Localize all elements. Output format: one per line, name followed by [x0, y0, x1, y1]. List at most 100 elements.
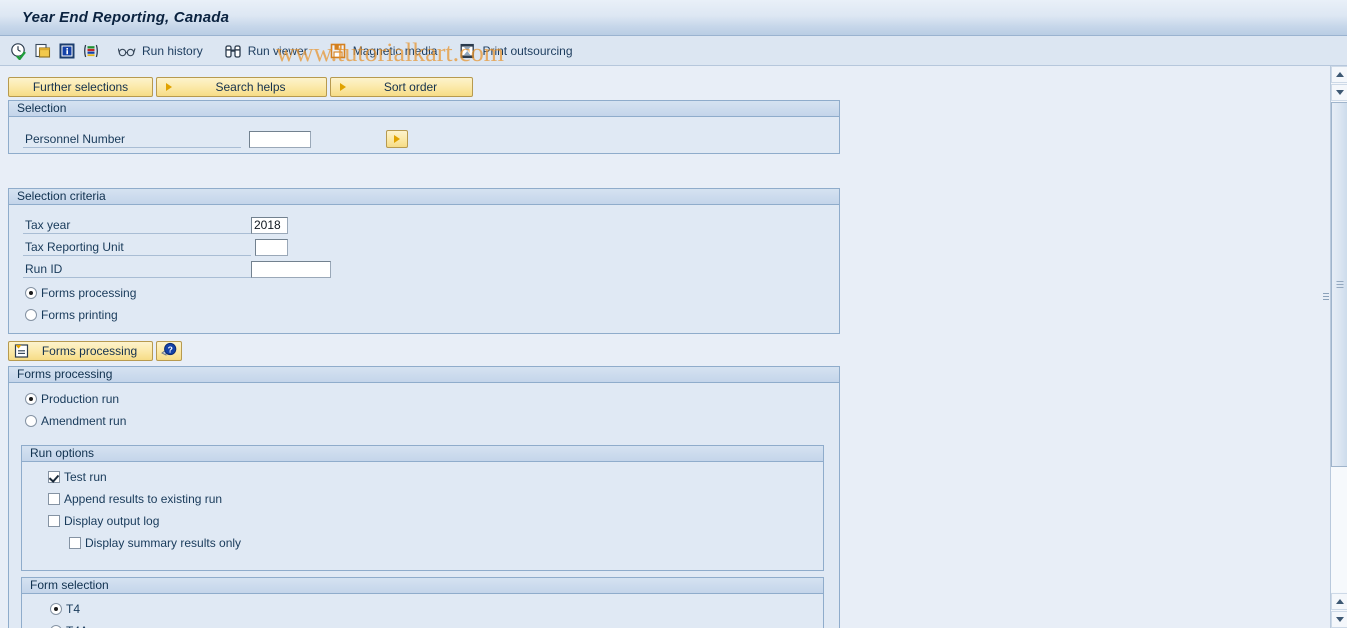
arrow-right-icon-2 — [335, 80, 351, 95]
search-helps-button[interactable]: Search helps — [156, 77, 327, 97]
scroll-track[interactable] — [1331, 102, 1347, 592]
run-history-button[interactable]: Run history — [115, 40, 205, 62]
radio-production-run-label: Production run — [41, 392, 120, 406]
run-viewer-label: Run viewer — [247, 43, 308, 58]
tax-year-label: Tax year — [23, 217, 251, 234]
search-helps-label: Search helps — [215, 80, 286, 94]
magnetic-media-button[interactable]: Magnetic media — [326, 40, 440, 62]
scroll-down-arrow-top[interactable] — [1331, 84, 1347, 101]
run-viewer-button[interactable]: Run viewer — [221, 40, 310, 62]
checkbox-test-run-indicator — [48, 471, 60, 483]
radio-production-run-indicator — [25, 393, 37, 405]
personnel-number-multi-select-button[interactable] — [386, 130, 408, 148]
checkbox-append-results-indicator — [48, 493, 60, 505]
sort-order-label: Sort order — [383, 80, 438, 94]
svg-text:?: ? — [168, 345, 173, 355]
radio-forms-printing[interactable]: Forms printing — [25, 307, 118, 323]
arrow-right-icon — [161, 80, 177, 95]
radio-t4a-label: T4A — [66, 624, 88, 628]
form-selection-group-header: Form selection — [22, 578, 823, 594]
copy-icon[interactable] — [33, 41, 53, 61]
magnetic-media-label: Magnetic media — [352, 43, 438, 58]
run-options-group-header: Run options — [22, 446, 823, 462]
forms-processing-button[interactable]: Forms processing — [8, 341, 153, 361]
tax-reporting-unit-row: Tax Reporting Unit — [23, 238, 288, 256]
checkbox-display-output-log[interactable]: Display output log — [48, 513, 159, 529]
radio-forms-printing-indicator — [25, 309, 37, 321]
forms-processing-group: Forms processing Production run Amendmen… — [8, 366, 840, 628]
checkbox-display-summary-results-indicator — [69, 537, 81, 549]
help-question-icon: ? — [161, 342, 177, 360]
form-icon — [13, 344, 29, 359]
page-title: Year End Reporting, Canada — [22, 9, 230, 26]
checkbox-append-results[interactable]: Append results to existing run — [48, 491, 222, 507]
forms-processing-group-header: Forms processing — [9, 367, 839, 383]
scroll-down-arrow-bottom[interactable] — [1331, 611, 1347, 628]
radio-forms-processing[interactable]: Forms processing — [25, 285, 136, 301]
scroll-up-arrow-top[interactable] — [1331, 66, 1347, 83]
arrow-right-icon-3 — [394, 135, 400, 143]
chevron-down-icon-2 — [1335, 617, 1344, 622]
form-selection-group: Form selection T4 T4A — [21, 577, 824, 628]
run-id-row: Run ID — [23, 260, 331, 278]
radio-amendment-run[interactable]: Amendment run — [25, 413, 126, 429]
chevron-up-icon-2 — [1335, 599, 1344, 604]
run-options-group: Run options Test run Append results to e… — [21, 445, 824, 571]
chevron-up-icon — [1335, 72, 1344, 77]
radio-t4-indicator — [50, 603, 62, 615]
checkbox-display-output-log-label: Display output log — [64, 514, 160, 528]
checkbox-display-output-log-indicator — [48, 515, 60, 527]
binoculars-icon — [223, 41, 243, 61]
radio-forms-printing-label: Forms printing — [41, 308, 118, 322]
radio-t4a[interactable]: T4A — [50, 623, 88, 628]
checkbox-append-results-label: Append results to existing run — [64, 492, 223, 506]
radio-amendment-run-label: Amendment run — [41, 414, 127, 428]
outer-vertical-scrollbar[interactable] — [1330, 66, 1347, 628]
scroll-up-arrow-bottom[interactable] — [1331, 593, 1347, 610]
radio-t4[interactable]: T4 — [50, 601, 80, 617]
main-content-area: Further selections Search helps Sort ord… — [0, 66, 1322, 628]
checkbox-display-summary-results[interactable]: Display summary results only — [69, 535, 241, 551]
variant-icon[interactable] — [81, 41, 101, 61]
checkbox-test-run[interactable]: Test run — [48, 469, 107, 485]
checkbox-test-run-label: Test run — [64, 470, 107, 484]
further-selections-button[interactable]: Further selections — [8, 77, 153, 97]
selection-button-row: Further selections Search helps Sort ord… — [8, 77, 476, 97]
printer-icon — [457, 41, 477, 61]
forms-processing-button-row: Forms processing ? — [8, 341, 182, 361]
tax-year-input[interactable] — [251, 216, 288, 234]
selection-group: Selection Personnel Number — [8, 100, 840, 154]
radio-production-run[interactable]: Production run — [25, 391, 119, 407]
scroll-thumb[interactable] — [1331, 102, 1347, 467]
radio-forms-processing-indicator — [25, 287, 37, 299]
run-id-input[interactable] — [251, 260, 331, 278]
personnel-number-row: Personnel Number — [23, 130, 408, 148]
selection-criteria-group: Selection criteria Tax year Tax Reportin… — [8, 188, 840, 334]
chevron-down-icon — [1335, 90, 1344, 95]
forms-processing-help-button[interactable]: ? — [156, 341, 182, 361]
execute-clock-icon[interactable] — [9, 41, 29, 61]
personnel-number-input[interactable] — [249, 130, 311, 148]
tax-reporting-unit-input[interactable] — [255, 238, 288, 256]
radio-forms-processing-label: Forms processing — [41, 286, 137, 300]
run-history-label: Run history — [142, 43, 203, 58]
print-outsourcing-label: Print outsourcing — [482, 43, 573, 58]
inner-vertical-scrollbar[interactable] — [1322, 66, 1330, 628]
splitter-grip[interactable] — [1323, 293, 1331, 303]
run-id-label: Run ID — [23, 261, 251, 278]
print-outsourcing-button[interactable]: Print outsourcing — [455, 40, 574, 62]
floppy-disk-icon — [328, 41, 348, 61]
tax-year-row: Tax year — [23, 216, 288, 234]
selection-group-header: Selection — [9, 101, 839, 117]
sort-order-button[interactable]: Sort order — [330, 77, 473, 97]
glasses-icon — [117, 41, 137, 61]
info-icon[interactable] — [57, 41, 77, 61]
selection-criteria-group-header: Selection criteria — [9, 189, 839, 205]
further-selections-label: Further selections — [32, 80, 129, 94]
application-toolbar: Run history Run viewer Magnetic media Pr… — [0, 36, 1347, 66]
forms-processing-button-label: Forms processing — [41, 344, 138, 358]
checkbox-display-summary-results-label: Display summary results only — [85, 536, 242, 550]
tax-reporting-unit-label: Tax Reporting Unit — [23, 239, 251, 256]
personnel-number-label: Personnel Number — [23, 131, 241, 148]
radio-t4-label: T4 — [66, 602, 81, 616]
